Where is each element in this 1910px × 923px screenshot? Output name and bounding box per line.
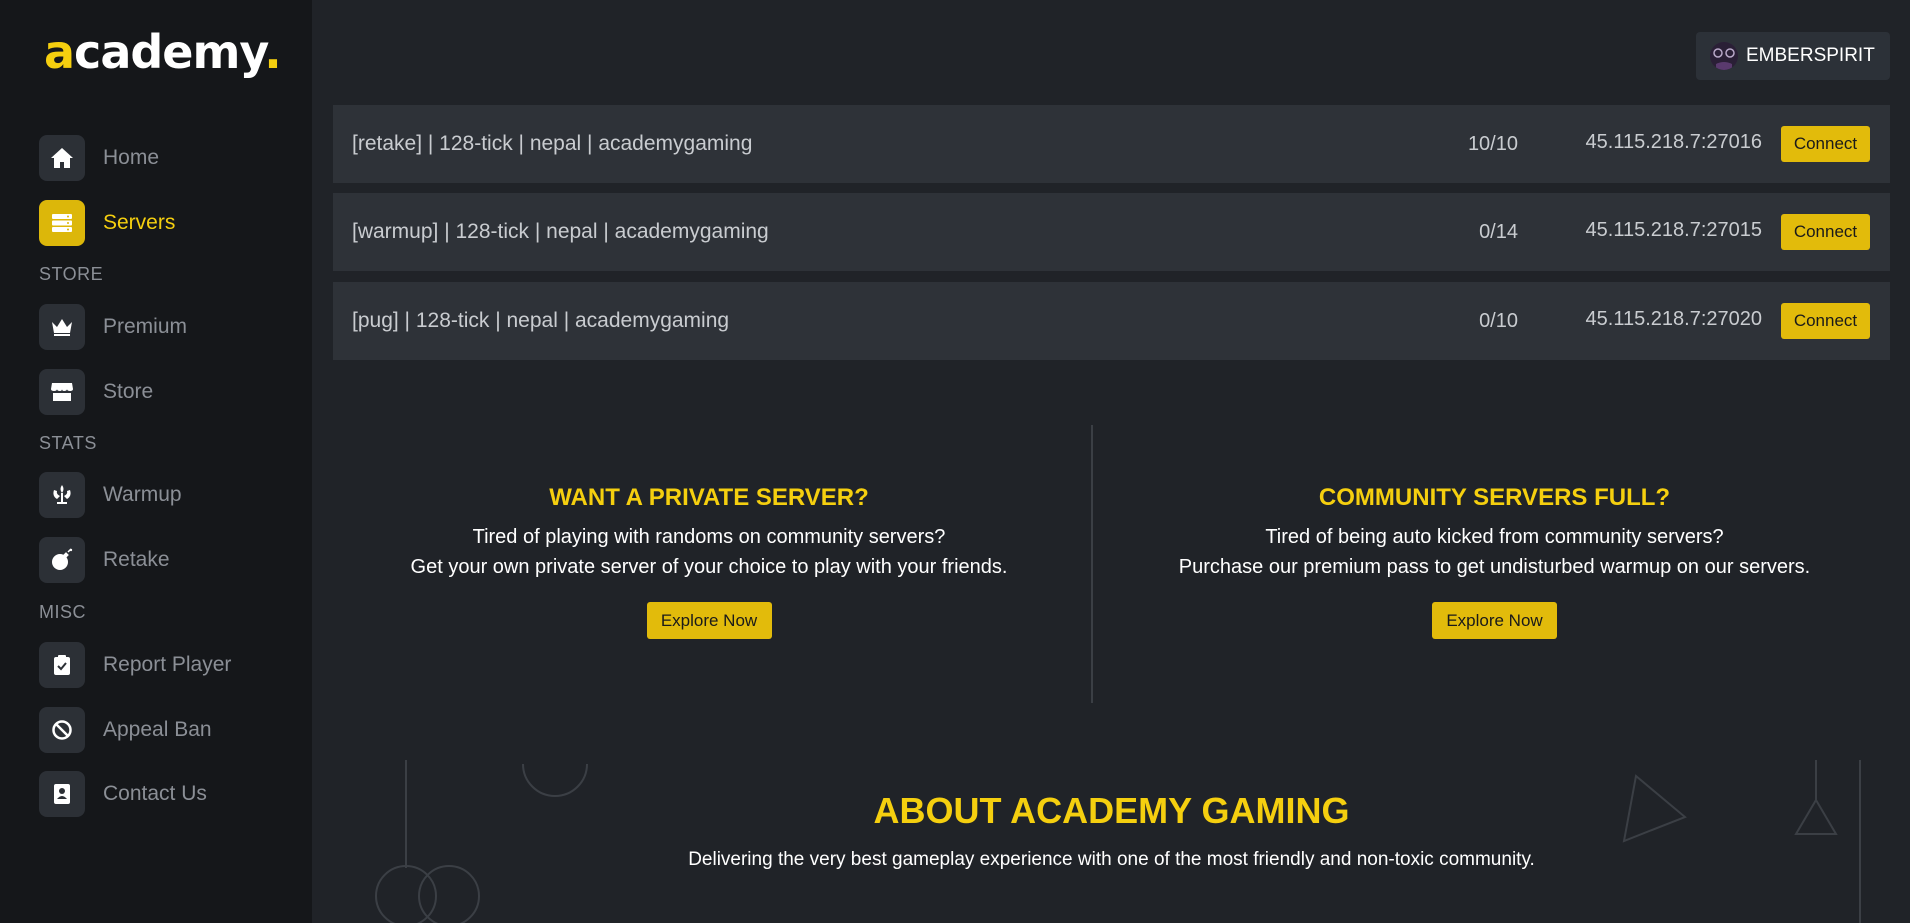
sidebar-item-label: Contact Us bbox=[103, 782, 207, 805]
promo-text: Tired of being auto kicked from communit… bbox=[1265, 526, 1724, 548]
sidebar-item-label: Servers bbox=[103, 211, 176, 234]
promo-text: Tired of playing with randoms on communi… bbox=[472, 526, 946, 548]
store-icon bbox=[39, 369, 85, 415]
explore-now-button[interactable]: Explore Now bbox=[1432, 602, 1557, 639]
promo-text: Get your own private server of your choi… bbox=[410, 556, 1008, 578]
crown-icon bbox=[39, 304, 85, 350]
private-server-promo: WANT A PRIVATE SERVER? Tired of playing … bbox=[333, 484, 1085, 639]
user-name: EMBERSPIRIT bbox=[1746, 45, 1875, 66]
server-player-count: 0/10 bbox=[1479, 310, 1518, 332]
connect-button[interactable]: Connect bbox=[1781, 214, 1870, 250]
section-label-store: STORE bbox=[39, 264, 104, 284]
section-label-misc: MISC bbox=[39, 602, 86, 622]
server-ip: 45.115.218.7:27016 bbox=[1585, 131, 1762, 153]
sidebar: academy. Home Servers STORE Premium Stor… bbox=[0, 0, 312, 923]
explore-now-button[interactable]: Explore Now bbox=[646, 602, 772, 639]
connect-button[interactable]: Connect bbox=[1781, 303, 1870, 339]
user-menu[interactable]: EMBERSPIRIT bbox=[1696, 32, 1890, 80]
sidebar-item-label: Warmup bbox=[103, 483, 182, 506]
promo-text: Purchase our premium pass to get undistu… bbox=[1178, 556, 1811, 578]
contact-book-icon bbox=[39, 771, 85, 817]
sidebar-item-contact-us[interactable]: Contact Us bbox=[39, 771, 207, 817]
academy-logo[interactable]: academy. bbox=[44, 24, 282, 80]
section-label-stats: STATS bbox=[39, 433, 97, 453]
avatar bbox=[1710, 42, 1738, 70]
server-ip: 45.115.218.7:27020 bbox=[1585, 308, 1762, 330]
sidebar-item-store[interactable]: Store bbox=[39, 369, 153, 415]
community-servers-promo: COMMUNITY SERVERS FULL? Tired of being a… bbox=[1099, 484, 1890, 639]
servers-icon bbox=[39, 200, 85, 246]
connect-button[interactable]: Connect bbox=[1781, 126, 1870, 162]
sidebar-item-retake[interactable]: Retake bbox=[39, 537, 170, 583]
sidebar-item-premium[interactable]: Premium bbox=[39, 304, 187, 350]
server-row: [pug] | 128-tick | nepal | academygaming… bbox=[333, 282, 1890, 360]
sidebar-item-appeal-ban[interactable]: Appeal Ban bbox=[39, 707, 212, 753]
about-decoration bbox=[375, 760, 1861, 923]
bomb-icon bbox=[39, 537, 85, 583]
sidebar-item-report-player[interactable]: Report Player bbox=[39, 642, 231, 688]
sidebar-item-warmup[interactable]: Warmup bbox=[39, 472, 182, 518]
sidebar-item-label: Store bbox=[103, 380, 154, 403]
server-row: [warmup] | 128-tick | nepal | academygam… bbox=[333, 193, 1890, 271]
about-text: Delivering the very best gameplay experi… bbox=[688, 849, 1535, 870]
server-name: [warmup] | 128-tick | nepal | academygam… bbox=[352, 220, 769, 243]
sidebar-item-label: Retake bbox=[103, 548, 170, 571]
sidebar-item-label: Appeal Ban bbox=[103, 718, 212, 741]
server-player-count: 0/14 bbox=[1479, 221, 1518, 243]
about-title: ABOUT ACADEMY GAMING bbox=[873, 790, 1350, 831]
promo-divider bbox=[1091, 425, 1093, 703]
promo-title: WANT A PRIVATE SERVER? bbox=[549, 484, 869, 511]
sidebar-item-label: Report Player bbox=[103, 653, 232, 676]
promo-title: COMMUNITY SERVERS FULL? bbox=[1318, 484, 1671, 511]
server-player-count: 10/10 bbox=[1467, 133, 1518, 155]
server-name: [retake] | 128-tick | nepal | academygam… bbox=[352, 132, 753, 155]
server-row: [retake] | 128-tick | nepal | academygam… bbox=[333, 105, 1890, 183]
home-icon bbox=[39, 135, 85, 181]
sidebar-item-label: Premium bbox=[103, 315, 188, 338]
emblem-icon bbox=[39, 472, 85, 518]
sidebar-item-servers[interactable]: Servers bbox=[39, 200, 175, 246]
server-ip: 45.115.218.7:27015 bbox=[1585, 219, 1762, 241]
sidebar-item-home[interactable]: Home bbox=[39, 135, 159, 181]
clipboard-check-icon bbox=[39, 642, 85, 688]
server-name: [pug] | 128-tick | nepal | academygaming bbox=[352, 309, 730, 332]
sidebar-item-label: Home bbox=[103, 146, 160, 169]
ban-icon bbox=[39, 707, 85, 753]
